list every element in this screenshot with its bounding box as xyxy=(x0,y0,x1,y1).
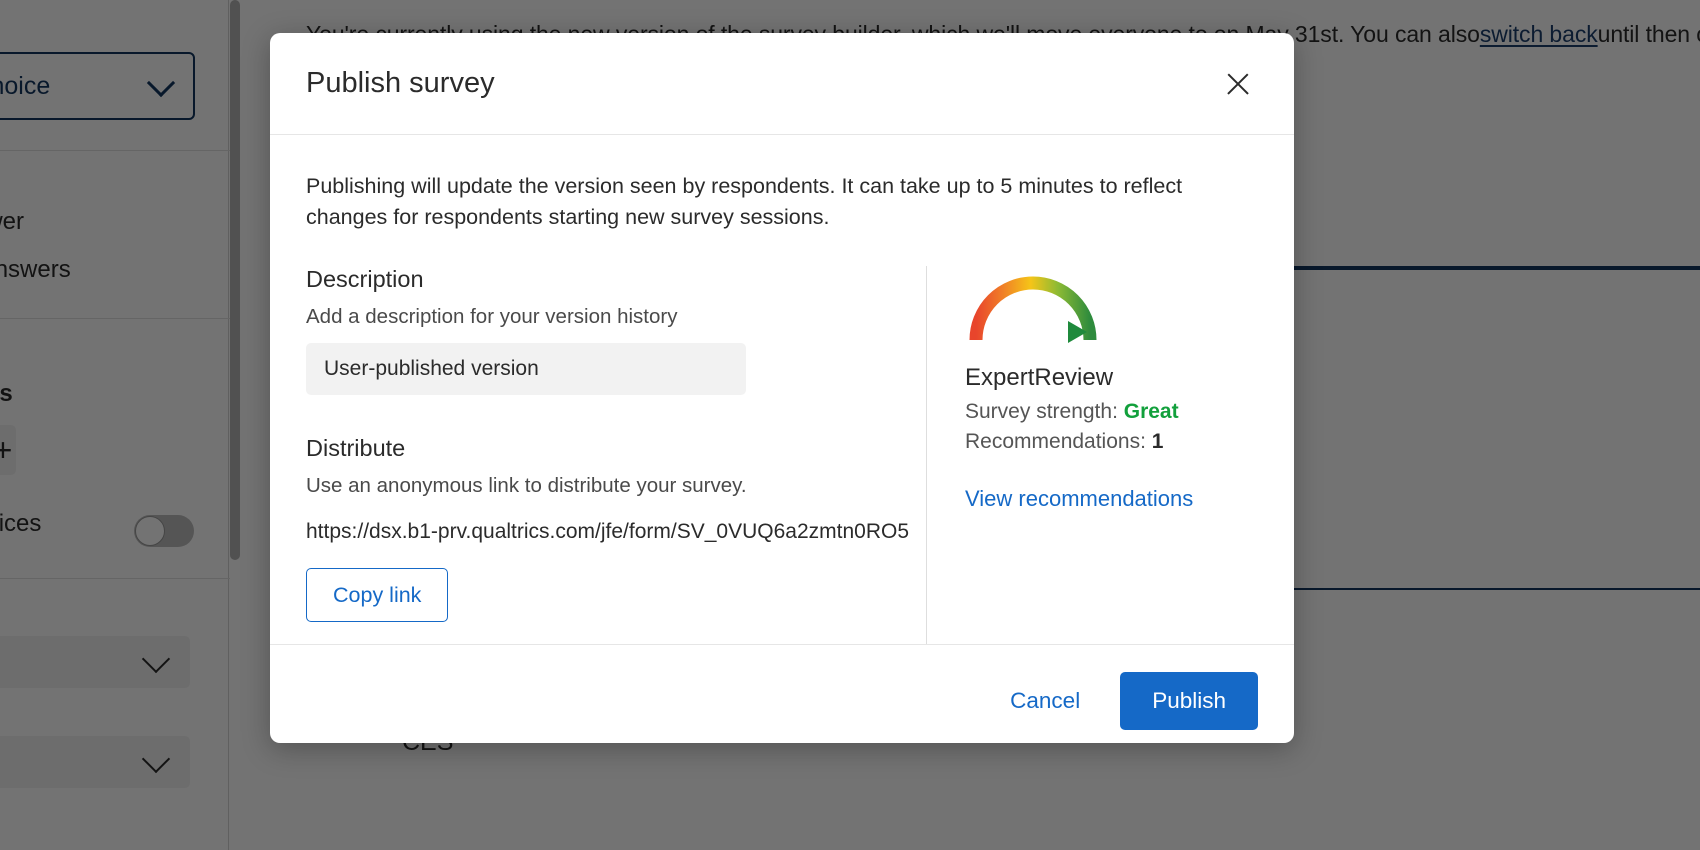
description-heading: Description xyxy=(306,266,890,293)
modal-columns: Description Add a description for your v… xyxy=(306,266,1258,644)
publish-survey-modal: Publish survey Publishing will update th… xyxy=(270,33,1294,743)
recommendations-count: 1 xyxy=(1152,430,1164,453)
cancel-button[interactable]: Cancel xyxy=(988,674,1102,728)
survey-strength-value: Great xyxy=(1124,400,1179,423)
modal-left-column: Description Add a description for your v… xyxy=(306,266,926,644)
modal-header: Publish survey xyxy=(270,33,1294,135)
description-subtext: Add a description for your version histo… xyxy=(306,305,890,329)
gauge-needle-icon xyxy=(1068,321,1087,343)
copy-link-button[interactable]: Copy link xyxy=(306,568,448,622)
distribute-section: Distribute Use an anonymous link to dist… xyxy=(306,435,890,622)
survey-strength-label: Survey strength: xyxy=(965,400,1118,423)
expert-review-panel: ExpertReview Survey strength: Great Reco… xyxy=(965,266,1258,644)
description-input[interactable] xyxy=(306,343,746,395)
expert-review-title: ExpertReview xyxy=(965,364,1258,392)
modal-title: Publish survey xyxy=(306,67,1218,100)
distribute-heading: Distribute xyxy=(306,435,890,462)
modal-footer: Cancel Publish xyxy=(270,644,1294,743)
publish-button[interactable]: Publish xyxy=(1120,672,1258,730)
column-divider xyxy=(926,266,927,644)
description-section: Description Add a description for your v… xyxy=(306,266,890,395)
modal-body: Publishing will update the version seen … xyxy=(270,135,1294,644)
close-icon[interactable] xyxy=(1218,64,1258,104)
survey-strength-gauge xyxy=(967,270,1099,344)
survey-strength-row: Survey strength: Great xyxy=(965,400,1258,424)
anonymous-survey-link[interactable]: https://dsx.b1-prv.qualtrics.com/jfe/for… xyxy=(306,520,890,544)
publish-intro-text: Publishing will update the version seen … xyxy=(306,171,1258,232)
distribute-subtext: Use an anonymous link to distribute your… xyxy=(306,474,890,498)
view-recommendations-link[interactable]: View recommendations xyxy=(965,486,1193,512)
recommendations-label: Recommendations: xyxy=(965,430,1146,453)
recommendations-row: Recommendations: 1 xyxy=(965,430,1258,454)
